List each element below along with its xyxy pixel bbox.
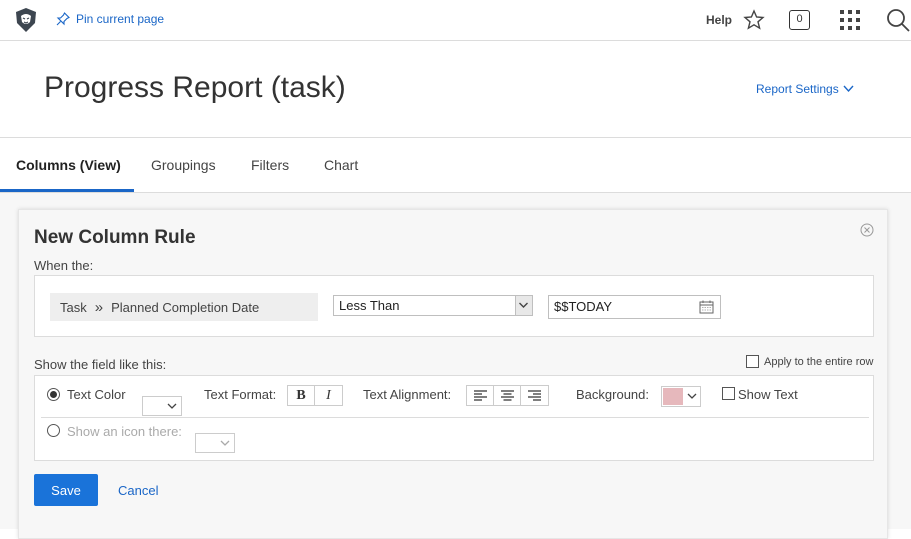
align-right-icon <box>528 390 541 401</box>
tab-groupings[interactable]: Groupings <box>151 157 216 173</box>
column-rule-panel: New Column Rule When the: Task » Planned… <box>18 209 888 539</box>
calendar-icon[interactable] <box>699 300 714 314</box>
bold-button[interactable]: B <box>288 386 315 405</box>
italic-button[interactable]: I <box>315 386 342 405</box>
divider <box>41 417 869 418</box>
apply-entire-row-checkbox[interactable] <box>746 355 759 368</box>
help-link[interactable]: Help <box>706 13 732 27</box>
align-left-button[interactable] <box>467 386 494 405</box>
text-color-select[interactable] <box>142 396 182 416</box>
text-color-radio[interactable] <box>47 388 60 401</box>
align-center-icon <box>500 390 514 401</box>
background-label: Background: <box>576 387 649 402</box>
text-color-label: Text Color <box>67 387 126 402</box>
tab-filters[interactable]: Filters <box>251 157 289 173</box>
field-selector[interactable]: Task » Planned Completion Date <box>50 293 318 321</box>
text-format-buttons: B I <box>287 385 343 406</box>
operator-value: Less Than <box>339 298 400 313</box>
page-title: Progress Report (task) <box>44 71 346 104</box>
chevron-down-icon <box>167 403 177 409</box>
text-alignment-buttons <box>466 385 549 406</box>
value-text: $$TODAY <box>554 299 613 314</box>
notification-icon[interactable]: 0 <box>789 10 810 30</box>
report-settings-label: Report Settings <box>756 82 839 96</box>
field-object: Task <box>60 299 87 315</box>
background-color-swatch <box>663 388 683 405</box>
show-text-checkbox[interactable] <box>722 387 735 400</box>
operator-select[interactable]: Less Than <box>333 295 533 316</box>
show-icon-label: Show an icon there: <box>67 424 182 439</box>
cancel-button[interactable]: Cancel <box>118 483 158 498</box>
value-input[interactable]: $$TODAY <box>548 295 721 319</box>
icon-select[interactable] <box>195 433 235 453</box>
lion-logo-icon[interactable] <box>14 7 38 33</box>
chevron-down-icon <box>687 393 697 399</box>
close-icon[interactable] <box>860 223 874 237</box>
chevron-down-icon <box>843 85 854 93</box>
page-header: Progress Report (task) Report Settings <box>0 41 911 138</box>
top-bar: Pin current page Help 0 <box>0 0 911 41</box>
active-tab-indicator <box>0 189 134 192</box>
pin-icon <box>56 12 70 26</box>
search-icon[interactable] <box>886 8 910 32</box>
when-label: When the: <box>34 258 94 273</box>
chevron-down-icon <box>220 440 230 446</box>
panel-title: New Column Rule <box>34 227 196 248</box>
align-right-button[interactable] <box>521 386 548 405</box>
star-icon[interactable] <box>743 9 765 31</box>
pin-current-page-link[interactable]: Pin current page <box>56 12 164 26</box>
show-icon-radio[interactable] <box>47 424 60 437</box>
text-alignment-label: Text Alignment: <box>363 387 452 402</box>
style-options-box: Text Color Text Format: B I Text Alignme… <box>34 375 874 461</box>
field-name: Planned Completion Date <box>111 299 260 315</box>
show-text-label: Show Text <box>738 387 798 402</box>
pin-label: Pin current page <box>76 12 165 26</box>
apply-entire-row-option[interactable]: Apply to the entire row <box>746 355 873 368</box>
tab-bar: Columns (View) Groupings Filters Chart <box>0 138 911 193</box>
background-color-picker[interactable] <box>661 386 701 407</box>
show-field-label: Show the field like this: <box>34 357 167 372</box>
tab-columns-view[interactable]: Columns (View) <box>16 157 121 173</box>
apps-grid-icon[interactable] <box>840 10 860 30</box>
apply-entire-row-label: Apply to the entire row <box>764 355 874 368</box>
condition-box: Task » Planned Completion Date Less Than… <box>34 275 874 337</box>
report-settings-dropdown[interactable]: Report Settings <box>756 82 854 96</box>
field-separator: » <box>94 298 104 316</box>
tab-chart[interactable]: Chart <box>324 157 358 173</box>
align-center-button[interactable] <box>494 386 521 405</box>
chevron-down-icon <box>515 296 532 315</box>
align-left-icon <box>473 390 487 401</box>
text-format-label: Text Format: <box>204 387 277 402</box>
save-button[interactable]: Save <box>34 474 98 506</box>
